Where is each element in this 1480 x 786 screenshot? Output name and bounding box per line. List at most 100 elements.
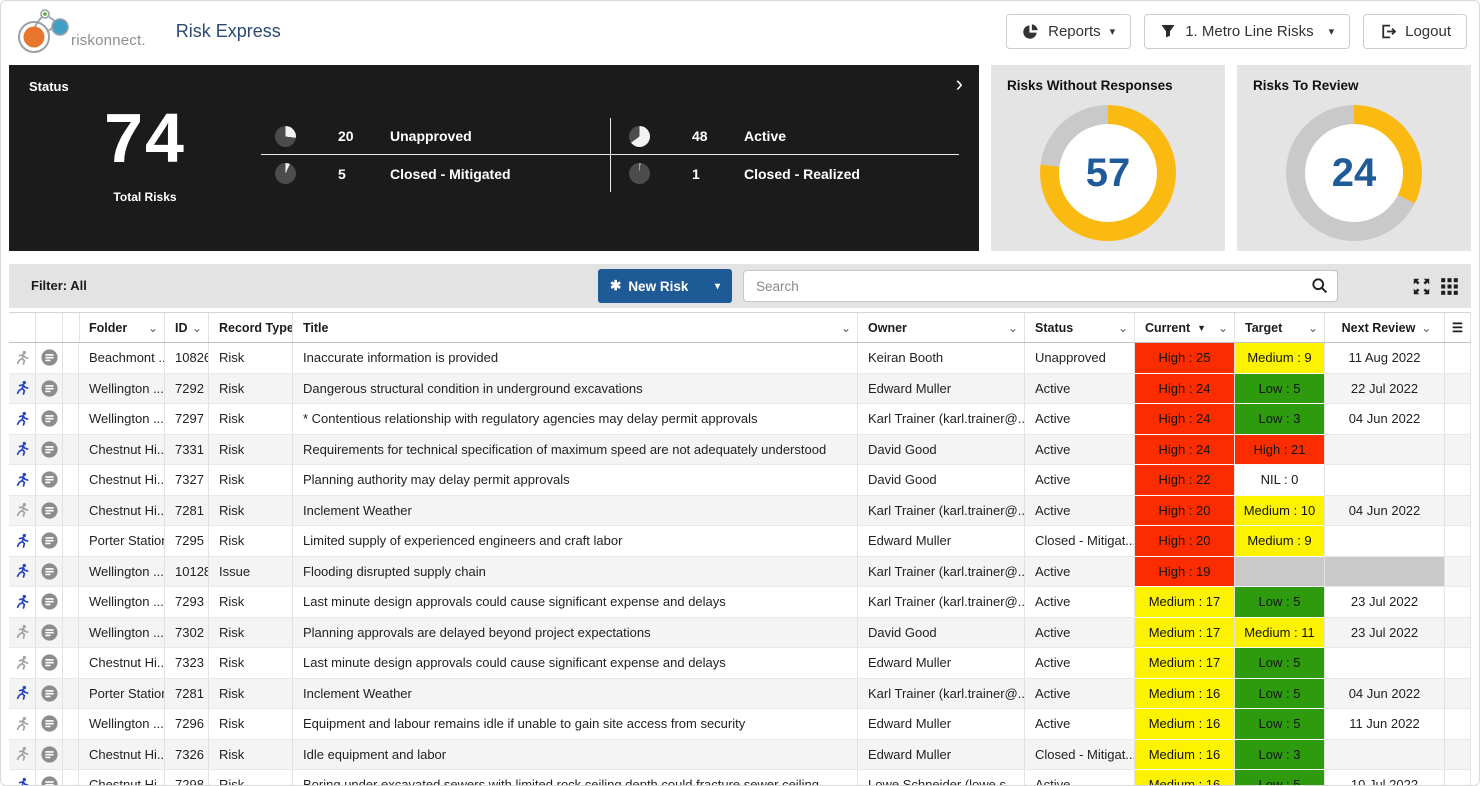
search-icon[interactable] (1311, 277, 1328, 294)
run-response-cell[interactable] (9, 739, 36, 770)
cell-folder[interactable]: Wellington ... (79, 617, 165, 648)
cell-folder[interactable]: Porter Station (79, 526, 165, 557)
cell-status[interactable]: Active (1025, 617, 1135, 648)
cell-current[interactable]: High : 25 (1135, 343, 1235, 374)
chevron-down-icon[interactable]: ⌄ (144, 321, 158, 335)
header-status[interactable]: Status ⌄ (1025, 313, 1135, 342)
cell-folder[interactable]: Porter Station (79, 678, 165, 709)
cell-title[interactable]: Planning authority may delay permit appr… (293, 465, 858, 496)
cell-owner[interactable]: Edward Muller (858, 739, 1025, 770)
cell-next-review[interactable] (1325, 434, 1445, 465)
cell-folder[interactable]: Wellington ... (79, 373, 165, 404)
cell-next-review[interactable]: 11 Aug 2022 (1325, 343, 1445, 374)
run-response-cell[interactable] (9, 434, 36, 465)
cell-owner[interactable]: Karl Trainer (karl.trainer@... (858, 678, 1025, 709)
table-row[interactable]: Wellington ... 7292 Risk Dangerous struc… (9, 373, 1471, 404)
cell-folder[interactable]: Chestnut Hi... (79, 495, 165, 526)
cell-status[interactable]: Active (1025, 648, 1135, 679)
notes-cell[interactable] (36, 556, 63, 587)
cell-next-review[interactable] (1325, 526, 1445, 557)
cell-current[interactable]: High : 20 (1135, 495, 1235, 526)
cell-owner[interactable]: Edward Muller (858, 526, 1025, 557)
notes-cell[interactable] (36, 709, 63, 740)
table-row[interactable]: Chestnut Hi... 7327 Risk Planning author… (9, 465, 1471, 496)
run-response-cell[interactable] (9, 495, 36, 526)
cell-next-review[interactable] (1325, 465, 1445, 496)
notes-cell[interactable] (36, 617, 63, 648)
cell-status[interactable]: Closed - Mitigat... (1025, 739, 1135, 770)
cell-folder[interactable]: Chestnut Hi... (79, 434, 165, 465)
cell-current[interactable]: High : 20 (1135, 526, 1235, 557)
cell-record-type[interactable]: Risk (209, 343, 293, 374)
cell-target[interactable]: Low : 5 (1235, 587, 1325, 618)
header-current[interactable]: Current ▼ ⌄ (1135, 313, 1235, 342)
run-response-cell[interactable] (9, 373, 36, 404)
cell-folder[interactable]: Wellington ... (79, 709, 165, 740)
cell-status[interactable]: Closed - Mitigat... (1025, 526, 1135, 557)
cell-current[interactable]: Medium : 17 (1135, 617, 1235, 648)
view-selector-dropdown[interactable]: 1. Metro Line Risks ▾ (1144, 13, 1351, 49)
cell-title[interactable]: Limited supply of experienced engineers … (293, 526, 858, 557)
cell-record-type[interactable]: Risk (209, 434, 293, 465)
cell-title[interactable]: Inclement Weather (293, 678, 858, 709)
run-response-cell[interactable] (9, 678, 36, 709)
cell-title[interactable]: Equipment and labour remains idle if una… (293, 709, 858, 740)
cell-title[interactable]: Boring under excavated sewers with limit… (293, 770, 858, 785)
cell-target[interactable]: Low : 3 (1235, 739, 1325, 770)
cell-folder[interactable]: Wellington ... (79, 556, 165, 587)
grid-view-icon[interactable] (1440, 277, 1459, 296)
cell-record-type[interactable]: Risk (209, 373, 293, 404)
cell-target[interactable]: Medium : 10 (1235, 495, 1325, 526)
cell-owner[interactable]: David Good (858, 434, 1025, 465)
notes-cell[interactable] (36, 465, 63, 496)
run-response-cell[interactable] (9, 343, 36, 374)
cell-id[interactable]: 7331 (165, 434, 209, 465)
chevron-down-icon[interactable]: ⌄ (1114, 321, 1128, 335)
cell-title[interactable]: Dangerous structural condition in underg… (293, 373, 858, 404)
logout-button[interactable]: Logout (1363, 13, 1467, 49)
cell-owner[interactable]: David Good (858, 617, 1025, 648)
cell-folder[interactable]: Chestnut Hi... (79, 465, 165, 496)
notes-cell[interactable] (36, 678, 63, 709)
cell-id[interactable]: 10826 (165, 343, 209, 374)
cell-id[interactable]: 10128 (165, 556, 209, 587)
cell-owner[interactable]: Karl Trainer (karl.trainer@... (858, 495, 1025, 526)
cell-title[interactable]: Last minute design approvals could cause… (293, 648, 858, 679)
cell-title[interactable]: Inaccurate information is provided (293, 343, 858, 374)
cell-status[interactable]: Active (1025, 495, 1135, 526)
header-next-review[interactable]: Next Review ⌄ (1325, 313, 1445, 342)
new-risk-button[interactable]: ✱ New Risk ▾ (598, 269, 732, 303)
table-row[interactable]: Chestnut Hi... 7326 Risk Idle equipment … (9, 739, 1471, 770)
cell-record-type[interactable]: Risk (209, 404, 293, 435)
header-title[interactable]: Title ⌄ (293, 313, 858, 342)
cell-id[interactable]: 7281 (165, 495, 209, 526)
cell-title[interactable]: Idle equipment and labor (293, 739, 858, 770)
cell-status[interactable]: Active (1025, 373, 1135, 404)
cell-target[interactable]: NIL : 0 (1235, 465, 1325, 496)
cell-current[interactable]: Medium : 16 (1135, 770, 1235, 785)
cell-target[interactable]: Low : 5 (1235, 770, 1325, 785)
cell-current[interactable]: High : 22 (1135, 465, 1235, 496)
cell-title[interactable]: Inclement Weather (293, 495, 858, 526)
cell-folder[interactable]: Wellington ... (79, 404, 165, 435)
cell-title[interactable]: Flooding disrupted supply chain (293, 556, 858, 587)
cell-record-type[interactable]: Risk (209, 770, 293, 785)
cell-next-review[interactable]: 22 Jul 2022 (1325, 373, 1445, 404)
search-input[interactable] (743, 270, 1338, 302)
notes-cell[interactable] (36, 739, 63, 770)
table-row[interactable]: Chestnut Hi... 7331 Risk Requirements fo… (9, 434, 1471, 465)
table-row[interactable]: Chestnut Hi... 7298 Risk Boring under ex… (9, 770, 1471, 785)
cell-record-type[interactable]: Risk (209, 587, 293, 618)
cell-id[interactable]: 7281 (165, 678, 209, 709)
cell-folder[interactable]: Chestnut Hi... (79, 770, 165, 785)
run-response-cell[interactable] (9, 556, 36, 587)
cell-target[interactable]: Medium : 11 (1235, 617, 1325, 648)
cell-title[interactable]: Last minute design approvals could cause… (293, 587, 858, 618)
cell-target[interactable]: Low : 5 (1235, 678, 1325, 709)
cell-status[interactable]: Unapproved (1025, 343, 1135, 374)
table-row[interactable]: Porter Station 7295 Risk Limited supply … (9, 526, 1471, 557)
cell-target[interactable]: Medium : 9 (1235, 343, 1325, 374)
cell-next-review[interactable]: 10 Jul 2022 (1325, 770, 1445, 785)
table-row[interactable]: Wellington ... 7293 Risk Last minute des… (9, 587, 1471, 618)
table-row[interactable]: Wellington ... 7302 Risk Planning approv… (9, 617, 1471, 648)
